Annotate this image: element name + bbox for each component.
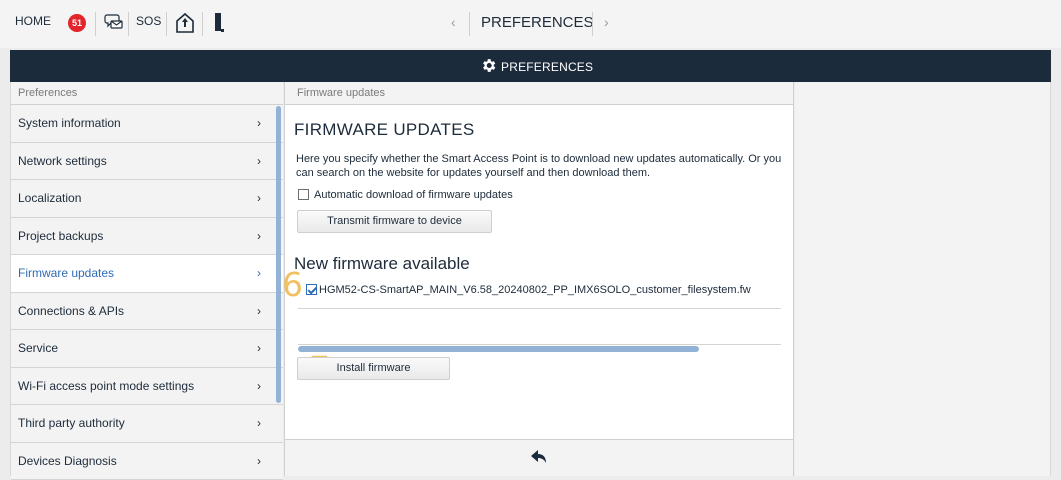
sidebar-item-project-backups[interactable]: Project backups › bbox=[11, 218, 283, 256]
panel-header: Firmware updates bbox=[285, 82, 793, 105]
sidebar-item-label: Wi-Fi access point mode settings bbox=[18, 379, 194, 393]
section-title: FIRMWARE UPDATES bbox=[294, 120, 474, 140]
header-title: PREFERENCES bbox=[501, 60, 593, 74]
sidebar-item-third-party-authority[interactable]: Third party authority › bbox=[11, 405, 283, 443]
chevron-right-icon: › bbox=[257, 293, 261, 330]
sidebar-item-label: Connections & APIs bbox=[18, 304, 124, 318]
sidebar-item-connections-apis[interactable]: Connections & APIs › bbox=[11, 293, 283, 331]
firmware-updates-panel: Firmware updates FIRMWARE UPDATES Here y… bbox=[284, 82, 794, 476]
section-description: Here you specify whether the Smart Acces… bbox=[296, 152, 786, 180]
firmware-file-name: HGM52-CS-SmartAP_MAIN_V6.58_20240802_PP_… bbox=[319, 284, 751, 296]
chevron-right-icon: › bbox=[257, 218, 261, 255]
divider bbox=[95, 12, 96, 36]
top-bar: HOME 51 SOS ‹ PREFERENCES › bbox=[0, 0, 1061, 48]
chevron-right-icon: › bbox=[257, 330, 261, 367]
auto-download-checkbox[interactable] bbox=[298, 189, 309, 200]
sidebar-item-wifi-ap-mode[interactable]: Wi-Fi access point mode settings › bbox=[11, 368, 283, 406]
sidebar-item-firmware-updates[interactable]: Firmware updates › bbox=[11, 255, 283, 293]
home-alarm-icon[interactable] bbox=[175, 12, 195, 39]
sos-button[interactable]: SOS bbox=[136, 14, 161, 28]
sidebar-item-label: Third party authority bbox=[18, 416, 125, 430]
notification-badge[interactable]: 51 bbox=[68, 14, 86, 32]
preferences-sidebar: Preferences System information › Network … bbox=[10, 82, 283, 476]
progress-track bbox=[298, 344, 781, 345]
sidebar-item-label: System information bbox=[18, 116, 121, 130]
sidebar-item-devices-diagnosis[interactable]: Devices Diagnosis › bbox=[11, 443, 283, 480]
page-title: PREFERENCES bbox=[481, 14, 594, 31]
door-phone-icon[interactable] bbox=[212, 12, 226, 39]
divider bbox=[469, 12, 470, 36]
divider bbox=[166, 12, 167, 36]
chevron-right-icon: › bbox=[257, 143, 261, 180]
previous-page-button[interactable]: ‹ bbox=[451, 14, 456, 30]
install-firmware-button[interactable]: Install firmware bbox=[297, 357, 450, 380]
gear-icon bbox=[480, 57, 497, 79]
sidebar-item-localization[interactable]: Localization › bbox=[11, 180, 283, 218]
detail-panel-empty bbox=[795, 82, 1051, 476]
transmit-firmware-button[interactable]: Transmit firmware to device bbox=[297, 210, 492, 233]
step-marker-6: 6 bbox=[282, 268, 303, 301]
sidebar-header: Preferences bbox=[11, 82, 283, 105]
sidebar-item-system-information[interactable]: System information › bbox=[11, 105, 283, 143]
new-firmware-title: New firmware available bbox=[294, 254, 470, 274]
messages-icon[interactable] bbox=[104, 13, 124, 36]
chevron-right-icon: › bbox=[257, 443, 261, 480]
sidebar-item-network-settings[interactable]: Network settings › bbox=[11, 143, 283, 181]
chevron-right-icon: › bbox=[257, 405, 261, 442]
panel-footer bbox=[285, 439, 793, 476]
auto-download-label: Automatic download of firmware updates bbox=[314, 189, 513, 201]
chevron-right-icon: › bbox=[257, 255, 261, 292]
divider bbox=[298, 308, 781, 309]
sidebar-item-label: Firmware updates bbox=[18, 266, 114, 280]
sidebar-scrollbar[interactable] bbox=[276, 106, 281, 403]
next-page-button[interactable]: › bbox=[604, 14, 609, 30]
sidebar-item-label: Localization bbox=[18, 191, 81, 205]
home-button[interactable]: HOME bbox=[15, 14, 51, 28]
preferences-header: PREFERENCES bbox=[10, 50, 1051, 82]
chevron-right-icon: › bbox=[257, 180, 261, 217]
sidebar-item-service[interactable]: Service › bbox=[11, 330, 283, 368]
divider bbox=[128, 12, 129, 36]
sidebar-item-label: Network settings bbox=[18, 154, 107, 168]
divider bbox=[592, 12, 593, 36]
download-progress-bar bbox=[298, 346, 699, 352]
divider bbox=[202, 12, 203, 36]
firmware-file-option[interactable]: HGM52-CS-SmartAP_MAIN_V6.58_20240802_PP_… bbox=[306, 284, 751, 296]
sidebar-item-label: Service bbox=[18, 341, 58, 355]
sidebar-item-label: Project backups bbox=[18, 229, 103, 243]
auto-download-option[interactable]: Automatic download of firmware updates bbox=[298, 189, 513, 201]
sidebar-item-label: Devices Diagnosis bbox=[18, 454, 117, 468]
back-arrow-icon[interactable] bbox=[531, 450, 547, 469]
chevron-right-icon: › bbox=[257, 105, 261, 142]
chevron-right-icon: › bbox=[257, 368, 261, 405]
firmware-file-checkbox[interactable] bbox=[306, 284, 317, 295]
